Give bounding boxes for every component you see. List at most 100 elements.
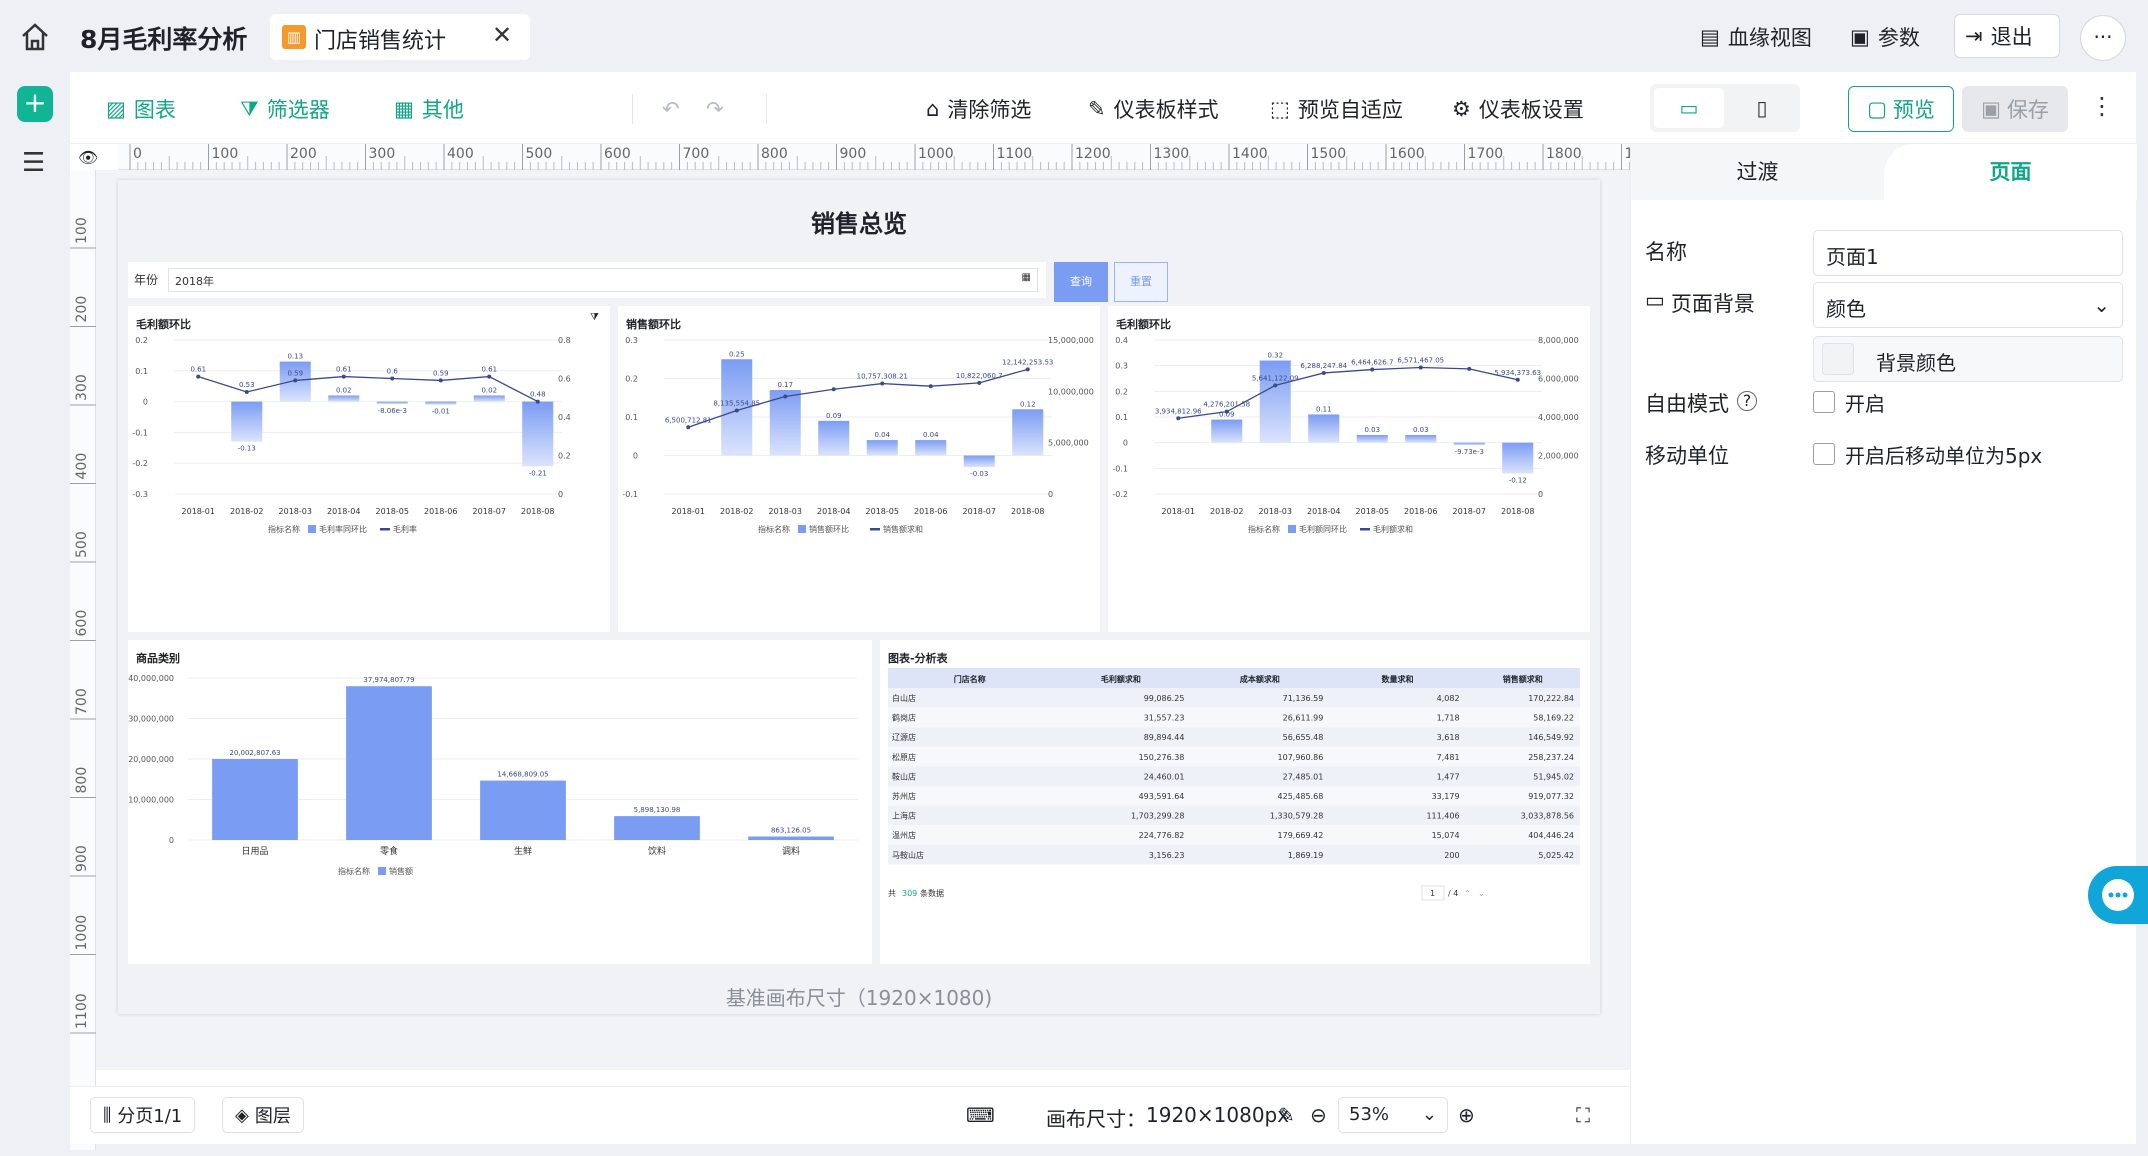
line-point: [341, 374, 346, 379]
more-icon[interactable]: ···: [2080, 15, 2126, 61]
line-point: [1467, 366, 1472, 371]
legend-title: 指标名称: [758, 524, 790, 534]
legend-label: 销售额: [389, 866, 413, 876]
table-cell: 松原店: [892, 752, 916, 762]
bar-label: 5,898,130.98: [634, 806, 681, 814]
line-point: [390, 376, 395, 381]
eye-icon[interactable]: 👁: [78, 148, 98, 167]
canvas-size-label: 画布尺寸：: [1046, 1107, 1146, 1131]
mobile-icon[interactable]: ▯: [1728, 88, 1796, 128]
tab-store-sales[interactable]: ▥ 门店销售统计 ✕: [270, 14, 530, 60]
tab-transition[interactable]: 过渡: [1631, 144, 1884, 200]
move-unit-checkbox[interactable]: [1813, 443, 1835, 465]
redo-icon[interactable]: ↷: [706, 90, 724, 128]
chart-panel-2[interactable]: 销售额环比 0.3 0.2 0.1 0 -0.1 15,000,000 10,000,000…: [618, 306, 1100, 632]
zoom-in-icon[interactable]: ⊕: [1458, 1103, 1475, 1127]
legend-label: 毛利额求和: [1373, 524, 1413, 534]
line-label: 8,135,554.85: [713, 399, 760, 407]
help-icon[interactable]: ?: [1737, 391, 1757, 411]
close-icon[interactable]: ✕: [492, 21, 512, 49]
y-tick-label: -0.1: [1112, 464, 1128, 473]
x-tick-label: 2018-04: [1307, 507, 1340, 516]
line-point: [244, 389, 249, 394]
x-tick-label: 2018-04: [327, 507, 360, 516]
page-current: 1: [1430, 889, 1435, 898]
table-cell: 27,485.01: [1283, 772, 1324, 781]
zoom-out-icon[interactable]: ⊖: [1310, 1103, 1327, 1127]
x-tick-label: 调料: [782, 845, 800, 857]
chart-panel-4[interactable]: 商品类别 40,000,000 30,000,000 20,000,000 10,00…: [128, 640, 872, 964]
dashboard-style-button[interactable]: ✎ 仪表板样式: [1088, 90, 1219, 128]
line-label: 0.6: [387, 368, 399, 376]
chart-panel-3[interactable]: 毛利额环比 0.4 0.3 0.2 0.1 0 -0.1 -0.2 8,000,000 6,00…: [1108, 306, 1590, 632]
chart-panel-1[interactable]: 毛利额环比 ⧩ 0.2 0.1 0 -0.1 -0.2 -0.3 0.8 0.6 0.4 0.2 0…: [128, 306, 610, 632]
table-cell: 15,074: [1432, 831, 1460, 840]
bar-label: -0.01: [432, 408, 450, 416]
legend-title: 指标名称: [268, 524, 300, 534]
lineage-view-button[interactable]: ▤ 血缘视图: [1690, 16, 1822, 58]
preview-adapt-button[interactable]: ⬚ 预览自适应: [1270, 90, 1403, 128]
undo-icon[interactable]: ↶: [662, 90, 680, 128]
x-tick-label: 生鲜: [514, 845, 532, 857]
color-swatch: [1822, 343, 1854, 375]
calendar-icon: ▦: [1021, 272, 1031, 283]
bg-color-picker[interactable]: 背景颜色: [1813, 336, 2123, 382]
ruler-tick-label: 900: [74, 845, 90, 872]
fit-screen-icon[interactable]: ⛶: [1576, 1103, 1590, 1127]
layers-button[interactable]: ◈ 图层: [222, 1097, 304, 1133]
save-button[interactable]: ▣ 保存: [1962, 86, 2068, 132]
chart-button[interactable]: ▨ 图表: [106, 90, 176, 128]
other-icon: ▦: [394, 97, 414, 121]
layers-label: 图层: [254, 1106, 291, 1127]
table-cell: 鹤岗店: [892, 713, 916, 723]
table-panel[interactable]: 图表-分析表 门店名称 毛利额求和 成本额求和 数量求和 销售额求和 白山店 99,086.…: [880, 640, 1590, 964]
table-row: [888, 707, 1580, 728]
params-button[interactable]: ▣ 参数: [1840, 16, 1930, 58]
x-tick-label: 2018-03: [769, 507, 802, 516]
y-tick-label: 40,000,000: [128, 674, 174, 683]
y-tick-label: 0: [143, 398, 148, 407]
name-input[interactable]: 页面1: [1813, 230, 2123, 276]
query-button[interactable]: 查询: [1054, 262, 1108, 302]
filter-icon[interactable]: ⧩: [590, 312, 599, 323]
chat-support-icon[interactable]: [2088, 866, 2148, 924]
tab-page[interactable]: 页面: [1884, 144, 2137, 200]
edit-size-icon[interactable]: ✎: [1278, 1103, 1295, 1127]
dashboard-settings-button[interactable]: ⚙ 仪表板设置: [1452, 90, 1584, 128]
line-point: [293, 378, 298, 383]
line-point: [734, 408, 739, 413]
ruler-tick-label: 100: [212, 146, 239, 162]
bar-label: 37,974,807.79: [363, 676, 414, 684]
kebab-menu-icon[interactable]: ⋮: [2090, 92, 2114, 120]
other-button[interactable]: ▦ 其他: [394, 90, 464, 128]
pages-button[interactable]: ⫼ 分页1/1: [90, 1097, 196, 1133]
ruler-tick-label: 1100: [997, 146, 1033, 162]
x-tick-label: 2018-02: [720, 507, 753, 516]
x-tick-label: 2018-07: [963, 507, 996, 516]
dashboard-title: 销售总览: [811, 210, 907, 238]
clear-filter-button[interactable]: ⌂ 清除筛选: [926, 90, 1031, 128]
free-mode-checkbox[interactable]: [1813, 391, 1835, 413]
exit-button[interactable]: ⇥ 退出: [1954, 14, 2060, 58]
home-icon[interactable]: [18, 20, 52, 54]
desktop-icon[interactable]: ▭: [1654, 88, 1724, 128]
table-cell: 58,169.22: [1533, 714, 1574, 723]
year-filter: 年份 2018年 ▦: [128, 262, 1046, 298]
name-label: 名称: [1645, 240, 1687, 264]
x-tick-label: 2018-07: [473, 507, 506, 516]
pages-label: 分页1/1: [117, 1106, 183, 1127]
outline-icon[interactable]: ☰: [22, 148, 45, 178]
chart-icon: ▨: [106, 97, 126, 121]
table-cell: 200: [1444, 851, 1459, 860]
filter-button[interactable]: ⧩ 筛选器: [240, 90, 330, 128]
year-filter-input[interactable]: 2018年 ▦: [168, 268, 1038, 292]
bg-type-select[interactable]: 颜色 ⌄: [1813, 282, 2123, 328]
ruler-tick-label: 400: [74, 453, 90, 480]
zoom-select[interactable]: 53% ⌄: [1338, 1097, 1448, 1133]
preview-label: 预览: [1892, 98, 1935, 122]
reset-button[interactable]: 重置: [1114, 262, 1168, 302]
preview-button[interactable]: ▢ 预览: [1848, 86, 1954, 132]
keyboard-icon[interactable]: ⌨: [966, 1103, 995, 1127]
legend-label: 销售额求和: [883, 524, 923, 534]
add-component-icon[interactable]: +: [17, 86, 53, 122]
